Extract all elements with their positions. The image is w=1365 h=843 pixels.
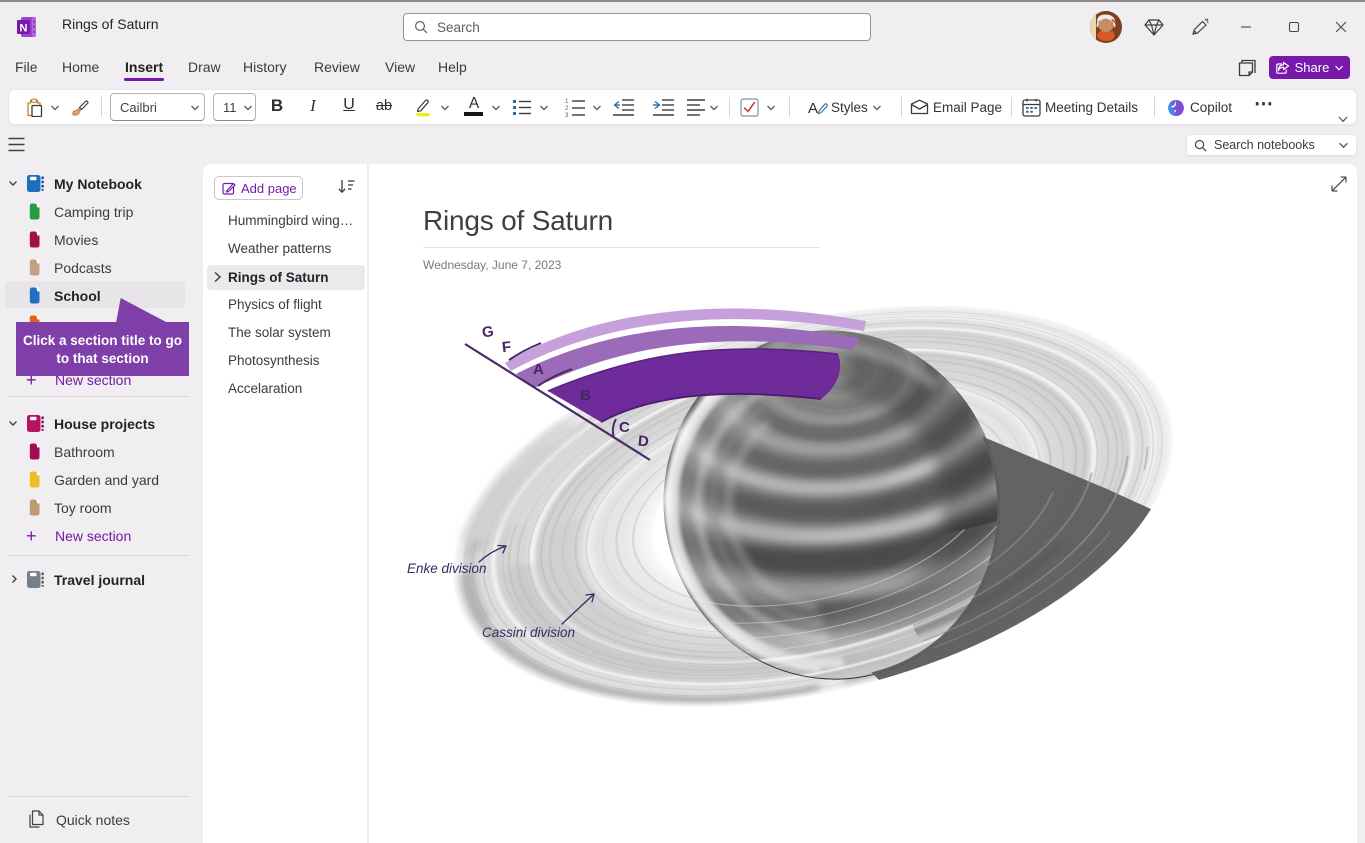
- svg-text:A: A: [533, 361, 544, 378]
- svg-text:Cassini division: Cassini division: [482, 625, 575, 640]
- svg-text:A: A: [808, 100, 818, 117]
- svg-text:D: D: [637, 433, 650, 451]
- svg-text:2: 2: [565, 105, 569, 112]
- svg-text:B: B: [580, 387, 591, 404]
- svg-text:3: 3: [565, 112, 569, 117]
- svg-text:Enke division: Enke division: [407, 561, 487, 576]
- svg-text:G: G: [481, 323, 495, 341]
- svg-text:1: 1: [565, 98, 569, 105]
- svg-text:C: C: [619, 419, 630, 436]
- svg-text:N: N: [20, 23, 28, 35]
- svg-text:F: F: [501, 339, 512, 357]
